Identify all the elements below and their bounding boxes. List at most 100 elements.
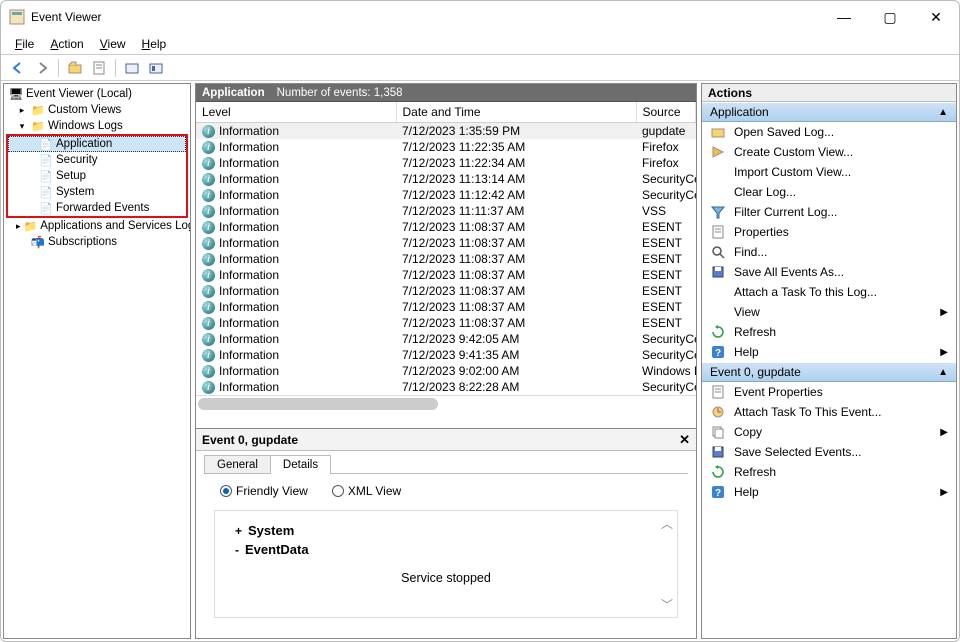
- table-row[interactable]: iInformation 7/12/2023 11:08:37 AM ESENT: [196, 315, 696, 331]
- event-source: ESENT: [636, 267, 696, 283]
- radio-friendly-view[interactable]: Friendly View: [220, 484, 308, 498]
- table-row[interactable]: iInformation 7/12/2023 11:11:37 AM VSS: [196, 203, 696, 219]
- help-icon: ?: [710, 344, 726, 360]
- tree-application[interactable]: Application: [8, 136, 186, 152]
- event-level: Information: [219, 188, 279, 202]
- action-item[interactable]: Save Selected Events...: [702, 442, 956, 462]
- col-date[interactable]: Date and Time: [396, 102, 636, 123]
- action-item[interactable]: ?Help▶: [702, 342, 956, 362]
- minimize-button[interactable]: —: [821, 1, 867, 33]
- action-label: Refresh: [734, 465, 776, 479]
- table-row[interactable]: iInformation 7/12/2023 11:22:34 AM Firef…: [196, 155, 696, 171]
- tree-custom-views[interactable]: ▸ Custom Views: [4, 102, 190, 118]
- back-button[interactable]: [7, 57, 29, 79]
- tab-general[interactable]: General: [204, 455, 271, 474]
- computer-icon: 🖥: [9, 87, 23, 101]
- table-row[interactable]: iInformation 7/12/2023 9:41:35 AM Securi…: [196, 347, 696, 363]
- action-item[interactable]: Filter Current Log...: [702, 202, 956, 222]
- horizontal-scrollbar[interactable]: [196, 395, 696, 411]
- event-source: ESENT: [636, 315, 696, 331]
- action-item[interactable]: Create Custom View...: [702, 142, 956, 162]
- expand-system-icon[interactable]: +: [235, 524, 242, 538]
- menu-action[interactable]: Action: [42, 35, 91, 53]
- action-item[interactable]: Copy▶: [702, 422, 956, 442]
- tree-forwarded-events[interactable]: Forwarded Events: [8, 200, 186, 216]
- action-item[interactable]: Find...: [702, 242, 956, 262]
- forward-button[interactable]: [31, 57, 53, 79]
- scroll-up-icon[interactable]: ︿: [661, 515, 673, 532]
- menu-file[interactable]: File: [7, 35, 42, 53]
- menu-view[interactable]: View: [92, 35, 134, 53]
- event-table[interactable]: Level Date and Time Source iInformation …: [196, 102, 696, 428]
- toolbar-open-icon[interactable]: [64, 57, 86, 79]
- action-item[interactable]: Refresh: [702, 322, 956, 342]
- tree-security[interactable]: Security: [8, 152, 186, 168]
- action-item[interactable]: Attach a Task To this Log...: [702, 282, 956, 302]
- event-level: Information: [219, 348, 279, 362]
- action-item[interactable]: ?Help▶: [702, 482, 956, 502]
- action-item[interactable]: View▶: [702, 302, 956, 322]
- log-icon: [39, 153, 53, 167]
- toolbar-filter-icon[interactable]: [145, 57, 167, 79]
- props-icon: [710, 384, 726, 400]
- tree-subscriptions[interactable]: ▸ 📬 Subscriptions: [4, 234, 190, 250]
- tree-label: Custom Views: [48, 104, 121, 116]
- table-row[interactable]: iInformation 7/12/2023 9:02:00 AM Window…: [196, 363, 696, 379]
- table-row[interactable]: iInformation 7/12/2023 9:42:05 AM Securi…: [196, 331, 696, 347]
- tab-details[interactable]: Details: [270, 455, 331, 474]
- tree-label: System: [56, 186, 94, 198]
- action-item[interactable]: Open Saved Log...: [702, 122, 956, 142]
- tree-label: Application: [56, 138, 112, 150]
- action-item[interactable]: Import Custom View...: [702, 162, 956, 182]
- table-row[interactable]: iInformation 7/12/2023 11:08:37 AM ESENT: [196, 219, 696, 235]
- tree-windows-logs[interactable]: ▾ Windows Logs: [4, 118, 190, 134]
- maximize-button[interactable]: ▢: [867, 1, 913, 33]
- tree-setup[interactable]: Setup: [8, 168, 186, 184]
- event-date: 7/12/2023 9:02:00 AM: [396, 363, 636, 379]
- window-title: Event Viewer: [31, 10, 821, 24]
- save-icon: [710, 264, 726, 280]
- table-row[interactable]: iInformation 7/12/2023 8:22:28 AM Securi…: [196, 379, 696, 395]
- details-close-button[interactable]: ✕: [679, 432, 690, 448]
- col-source[interactable]: Source: [636, 102, 696, 123]
- table-row[interactable]: iInformation 7/12/2023 11:08:37 AM ESENT: [196, 251, 696, 267]
- toolbar-find-icon[interactable]: [121, 57, 143, 79]
- table-row[interactable]: iInformation 7/12/2023 11:22:35 AM Firef…: [196, 139, 696, 155]
- action-item[interactable]: Save All Events As...: [702, 262, 956, 282]
- expander-icon[interactable]: ▾: [16, 120, 28, 132]
- tree-app-services-logs[interactable]: ▸ Applications and Services Logs: [4, 218, 190, 234]
- radio-xml-view[interactable]: XML View: [332, 484, 401, 498]
- table-row[interactable]: iInformation 7/12/2023 11:08:37 AM ESENT: [196, 283, 696, 299]
- table-row[interactable]: iInformation 7/12/2023 11:08:37 AM ESENT: [196, 299, 696, 315]
- collapse-eventdata-icon[interactable]: -: [235, 543, 239, 557]
- expander-icon[interactable]: ▸: [16, 104, 28, 116]
- tree-root-label: Event Viewer (Local): [26, 88, 132, 100]
- actions-section-header[interactable]: Event 0, gupdate▲: [702, 362, 956, 382]
- close-button[interactable]: ✕: [913, 1, 959, 33]
- table-row[interactable]: iInformation 7/12/2023 11:08:37 AM ESENT: [196, 267, 696, 283]
- svg-text:?: ?: [715, 348, 721, 359]
- event-date: 7/12/2023 11:08:37 AM: [396, 219, 636, 235]
- expander-icon[interactable]: ▸: [16, 220, 21, 232]
- action-item[interactable]: Attach Task To This Event...: [702, 402, 956, 422]
- tree-root[interactable]: 🖥 Event Viewer (Local): [4, 86, 190, 102]
- scroll-down-icon[interactable]: ﹀: [661, 596, 673, 613]
- menu-help[interactable]: Help: [134, 35, 175, 53]
- table-row[interactable]: iInformation 7/12/2023 11:12:42 AM Secur…: [196, 187, 696, 203]
- table-row[interactable]: iInformation 7/12/2023 11:13:14 AM Secur…: [196, 171, 696, 187]
- action-item[interactable]: Properties: [702, 222, 956, 242]
- tree-system[interactable]: System: [8, 184, 186, 200]
- action-item[interactable]: Event Properties: [702, 382, 956, 402]
- event-level: Information: [219, 300, 279, 314]
- event-date: 7/12/2023 11:12:42 AM: [396, 187, 636, 203]
- event-level: Information: [219, 156, 279, 170]
- toolbar-properties-icon[interactable]: [88, 57, 110, 79]
- col-level[interactable]: Level: [196, 102, 396, 123]
- event-source: ESENT: [636, 299, 696, 315]
- action-item[interactable]: Clear Log...: [702, 182, 956, 202]
- actions-section-header[interactable]: Application▲: [702, 102, 956, 122]
- action-item[interactable]: Refresh: [702, 462, 956, 482]
- radio-icon: [220, 485, 232, 497]
- table-row[interactable]: iInformation 7/12/2023 1:35:59 PM gupdat…: [196, 123, 696, 140]
- table-row[interactable]: iInformation 7/12/2023 11:08:37 AM ESENT: [196, 235, 696, 251]
